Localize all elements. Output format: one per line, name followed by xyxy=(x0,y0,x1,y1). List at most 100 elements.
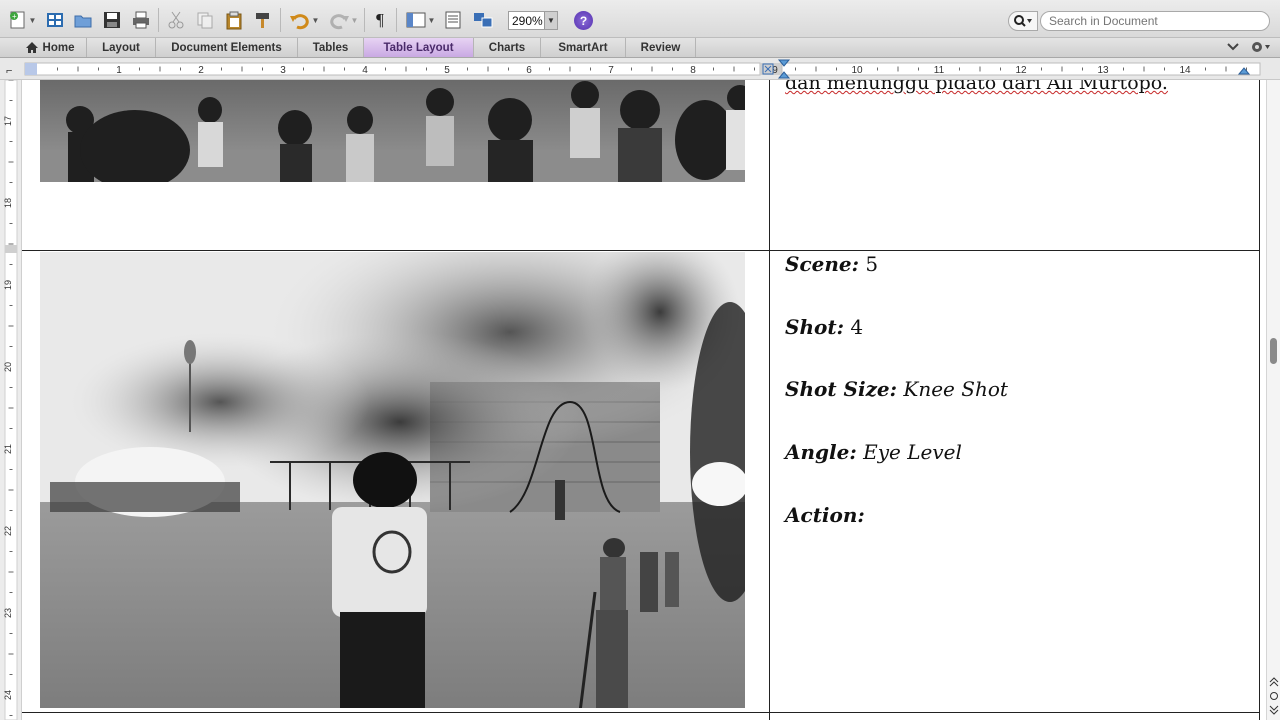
table-row-border xyxy=(22,250,1260,251)
media-browser-button[interactable] xyxy=(470,7,496,33)
shot-value: 4 xyxy=(850,315,864,339)
tab-layout[interactable]: Layout xyxy=(87,38,156,57)
ruler-label: 12 xyxy=(1015,65,1027,76)
tab-home-label: Home xyxy=(42,41,75,54)
shot-size-label: Shot Size: xyxy=(785,377,898,401)
crowd-photo[interactable] xyxy=(40,80,745,182)
tab-home[interactable]: Home xyxy=(14,38,87,57)
show-formatting-button[interactable]: ¶ xyxy=(370,7,390,33)
vertical-scrollbar[interactable] xyxy=(1266,80,1280,720)
search-input[interactable] xyxy=(1040,11,1270,31)
ribbon-tab-bar: Home Layout Document Elements Tables Tab… xyxy=(0,38,1280,58)
crowd-photo-image xyxy=(40,80,745,182)
double-chevron-down-icon xyxy=(1269,705,1279,715)
double-chevron-up-icon xyxy=(1269,677,1279,687)
vertical-ruler[interactable]: 17 18 19 20 21 22 23 24 xyxy=(0,80,22,720)
ruler-label: 10 xyxy=(851,65,863,76)
horizontal-ruler[interactable]: 1 2 3 4 5 6 7 8 9 10 11 12 13 14 ⌐ xyxy=(0,58,1280,80)
ribbon-settings-button[interactable] xyxy=(1250,40,1272,57)
svg-text:+: + xyxy=(12,12,17,21)
ruler-label: 6 xyxy=(526,65,532,76)
vertical-ruler-scale: 17 18 19 20 21 22 23 24 xyxy=(3,80,18,720)
collapse-ribbon-button[interactable] xyxy=(1226,40,1240,57)
tab-charts[interactable]: Charts xyxy=(474,38,541,57)
search-area xyxy=(1008,11,1270,31)
cut-button[interactable] xyxy=(165,7,187,33)
previous-row-text[interactable]: dan menunggu pidato dari Ali Murtopo. xyxy=(785,80,1168,94)
angle-field[interactable]: Angle: Eye Level xyxy=(785,440,962,464)
undo-button[interactable]: ▼ xyxy=(286,7,322,33)
save-icon xyxy=(104,12,120,28)
undo-icon xyxy=(289,14,309,30)
chevron-down-icon: ▼ xyxy=(544,12,557,29)
ruler-label: 11 xyxy=(934,65,945,76)
gallery-icon xyxy=(47,13,63,27)
vertical-ruler-label: 18 xyxy=(3,198,13,208)
zoom-value: 290% xyxy=(512,13,543,28)
tab-tables[interactable]: Tables xyxy=(298,38,364,57)
view-button[interactable]: ▼ xyxy=(403,7,437,33)
scissors-icon xyxy=(168,11,184,29)
shot-label: Shot: xyxy=(785,315,844,339)
redo-button[interactable]: ▼ xyxy=(326,7,360,33)
shot-size-field[interactable]: Shot Size: Knee Shot xyxy=(785,377,1008,401)
circle-icon xyxy=(1270,692,1278,700)
save-button[interactable] xyxy=(101,7,123,33)
horizontal-ruler-scale: 1 2 3 4 5 6 7 8 9 10 11 12 13 14 ⌐ xyxy=(6,59,1261,79)
media-icon xyxy=(474,13,493,28)
scene-value: 5 xyxy=(865,252,879,276)
help-button[interactable]: ? xyxy=(574,11,593,30)
sidebar-icon xyxy=(406,12,426,28)
print-button[interactable] xyxy=(130,7,152,33)
ruler-label: 8 xyxy=(690,65,696,76)
browse-object-button[interactable] xyxy=(1268,690,1280,702)
page-layout-icon xyxy=(445,11,461,29)
paintbrush-icon xyxy=(256,13,269,28)
table-column-border xyxy=(769,80,770,720)
vertical-ruler-label: 24 xyxy=(3,690,13,700)
action-field[interactable]: Action: xyxy=(785,503,865,527)
tab-review[interactable]: Review xyxy=(626,38,696,57)
open-folder-icon xyxy=(74,15,92,28)
table-right-border xyxy=(1259,80,1260,720)
shot-field[interactable]: Shot: 4 xyxy=(785,315,863,339)
copy-button[interactable] xyxy=(194,7,216,33)
next-page-button[interactable] xyxy=(1268,704,1280,716)
vertical-ruler-label: 20 xyxy=(3,362,13,372)
paste-button[interactable] xyxy=(223,7,245,33)
new-document-icon: + xyxy=(9,11,25,29)
zoom-select[interactable]: 290% ▼ xyxy=(508,11,558,30)
vertical-ruler-label: 17 xyxy=(3,116,13,126)
ruler-label: 7 xyxy=(608,65,614,76)
fire-scene-photo-image xyxy=(40,252,745,708)
previous-page-button[interactable] xyxy=(1268,676,1280,688)
tab-smartart[interactable]: SmartArt xyxy=(541,38,626,57)
ruler-label: 4 xyxy=(362,65,368,76)
previous-row-text-content: dan menunggu pidato dari Ali Murtopo. xyxy=(785,80,1168,94)
search-options-button[interactable] xyxy=(1008,11,1038,31)
redo-icon xyxy=(329,14,349,30)
scene-field[interactable]: Scene: 5 xyxy=(785,252,878,276)
document-page[interactable]: dan menunggu pidato dari Ali Murtopo. Sc… xyxy=(22,80,1266,720)
ruler-label: 1 xyxy=(116,65,122,76)
scene-label: Scene: xyxy=(785,252,859,276)
tab-stop-icon: ⌐ xyxy=(6,65,12,77)
fire-scene-photo[interactable] xyxy=(40,252,745,708)
search-icon xyxy=(1014,15,1032,27)
vertical-ruler-label: 22 xyxy=(3,526,13,536)
ruler-label: 13 xyxy=(1097,65,1109,76)
templates-button[interactable] xyxy=(44,7,66,33)
ruler-label: 3 xyxy=(280,65,286,76)
draft-view-button[interactable] xyxy=(441,7,465,33)
vertical-ruler-label: 21 xyxy=(3,444,13,454)
open-button[interactable] xyxy=(72,7,94,33)
table-row-border xyxy=(22,712,1260,713)
new-document-button[interactable]: + ▼ xyxy=(6,7,38,33)
format-painter-button[interactable] xyxy=(252,7,274,33)
angle-label: Angle: xyxy=(785,440,857,464)
scrollbar-thumb[interactable] xyxy=(1270,338,1277,364)
tab-document-elements[interactable]: Document Elements xyxy=(156,38,298,57)
tab-table-layout[interactable]: Table Layout xyxy=(364,38,474,57)
standard-toolbar: + ▼ ▼ ▼ ¶ ▼ 290% ▼ ? Search in Document xyxy=(0,0,1280,38)
print-icon xyxy=(133,11,149,29)
